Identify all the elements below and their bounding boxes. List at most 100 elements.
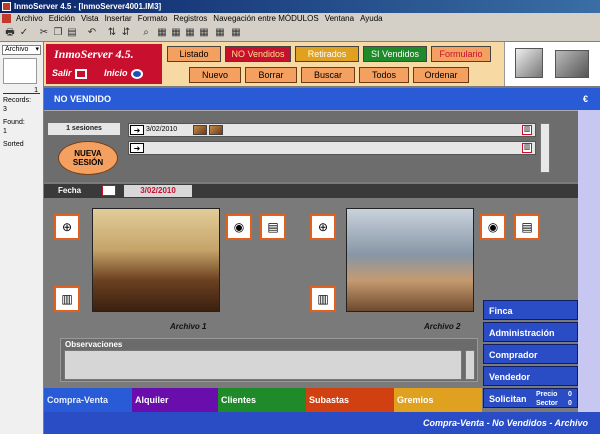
inicio-button[interactable]: Inicio [104, 66, 143, 80]
menu-ayuda[interactable]: Ayuda [357, 13, 386, 25]
layout-icon-2[interactable]: ▦ [170, 27, 182, 39]
session-row-empty[interactable]: ➜ ▥ [128, 141, 536, 155]
exit-icon [74, 68, 87, 79]
todos-button[interactable]: Todos [359, 67, 409, 83]
menu-navegacion[interactable]: Navegación entre MÓDULOS [210, 13, 321, 25]
new-session-button[interactable]: NUEVA SESIÓN [58, 141, 118, 175]
zoom-add-icon[interactable]: ⊕ [310, 214, 336, 240]
menu-ventana[interactable]: Ventana [322, 13, 357, 25]
tab-subastas[interactable]: Subastas [306, 388, 394, 412]
record-number: 1 [34, 87, 38, 94]
layout-icon-1[interactable]: ▦ [156, 27, 168, 39]
tab-formulario[interactable]: Formulario [431, 46, 491, 62]
right-column [578, 110, 600, 414]
fecha-value[interactable]: 3/02/2010 [124, 185, 192, 197]
copy-icon[interactable]: ❐ [52, 27, 64, 39]
session-thumb-1[interactable] [193, 125, 207, 135]
found-label: Found: [3, 119, 25, 126]
tab-gremios[interactable]: Gremios [394, 388, 482, 412]
archivo-2-photo[interactable] [346, 208, 474, 312]
layout-icon-4[interactable]: ▦ [198, 27, 210, 39]
window-title: InmoServer 4.5 - [InmoServer4001.IM3] [14, 2, 162, 11]
document-icon[interactable]: ▤ [260, 214, 286, 240]
title-bar: InmoServer 4.5 - [InmoServer4001.IM3] [0, 0, 600, 13]
tab-clientes[interactable]: Clientes [218, 388, 306, 412]
observaciones-panel: Observaciones [60, 338, 478, 382]
arrow-right-icon[interactable]: ➜ [130, 143, 144, 153]
trash-icon[interactable]: ▥ [522, 143, 532, 153]
sort-desc-icon[interactable]: ⇵ [120, 27, 132, 39]
menu-app-icon[interactable] [2, 14, 11, 23]
observaciones-field[interactable] [64, 350, 462, 380]
spell-check-icon[interactable]: ✓ [18, 27, 30, 39]
session-date: 3/02/2010 [146, 126, 178, 133]
arrow-right-icon[interactable]: ➜ [130, 125, 144, 135]
logo: InmoServer 4.5. Salir Inicio [46, 44, 162, 84]
camera-icon[interactable]: ◉ [480, 214, 506, 240]
menu-edicion[interactable]: Edición [46, 13, 78, 25]
section-title: NO VENDIDO [54, 94, 112, 104]
book-icon[interactable] [3, 58, 37, 84]
sessions-panel: 1 sesiones NUEVA SESIÓN ➜ 3/02/2010 ▥ ➜ … [44, 110, 578, 182]
trash-icon[interactable]: ▥ [310, 286, 336, 312]
comprador-button[interactable]: Comprador [483, 344, 578, 364]
top-bar: InmoServer 4.5. Salir Inicio Listado NO … [44, 42, 600, 86]
calendar-icon[interactable] [102, 185, 116, 196]
vendedor-button[interactable]: Vendedor [483, 366, 578, 386]
tab-si-vendidos[interactable]: SI Vendidos [363, 46, 427, 62]
menu-insertar[interactable]: Insertar [102, 13, 135, 25]
fecha-label: Fecha [58, 186, 82, 195]
nuevo-button[interactable]: Nuevo [189, 67, 241, 83]
sessions-scrollbar[interactable] [540, 123, 550, 173]
footer-status: Compra-Venta - No Vendidos - Archivo [44, 412, 600, 434]
cut-icon[interactable]: ✂ [38, 27, 50, 39]
finca-button[interactable]: Finca [483, 300, 578, 320]
toolbar: 🖶 ✓ ✂ ❐ ▤ ↶ ⇅ ⇵ ⌕ ▦ ▦ ▦ ▦ ▦ ▦ [0, 25, 600, 42]
sorted-label: Sorted [3, 141, 24, 148]
trash-icon[interactable]: ▥ [522, 125, 532, 135]
find-icon[interactable]: ⌕ [140, 27, 152, 39]
borrar-button[interactable]: Borrar [245, 67, 297, 83]
menu-bar: Archivo Edición Vista Insertar Formato Regist… [0, 13, 600, 25]
inicio-label: Inicio [104, 68, 128, 78]
layout-icon-3[interactable]: ▦ [184, 27, 196, 39]
record-slider[interactable]: 1 [3, 86, 40, 94]
menu-archivo[interactable]: Archivo [13, 13, 46, 25]
session-thumb-2[interactable] [209, 125, 223, 135]
layout-icon-5[interactable]: ▦ [214, 27, 226, 39]
chevron-down-icon: ▾ [35, 46, 39, 53]
ordenar-button[interactable]: Ordenar [413, 67, 469, 83]
layout-icon-6[interactable]: ▦ [230, 27, 242, 39]
trash-icon[interactable]: ▥ [54, 286, 80, 312]
module-tabs: Compra-Venta Alquiler Clientes Subastas … [44, 388, 600, 412]
tab-compra-venta[interactable]: Compra-Venta [44, 388, 132, 412]
salir-button[interactable]: Salir [52, 66, 87, 80]
new-session-label-1: NUEVA [74, 149, 102, 158]
session-row[interactable]: ➜ 3/02/2010 ▥ [128, 123, 536, 137]
camera-icon[interactable]: ◉ [226, 214, 252, 240]
layout-select[interactable]: Archivo ▾ [2, 45, 41, 55]
undo-icon[interactable]: ↶ [86, 27, 98, 39]
buscar-button[interactable]: Buscar [301, 67, 355, 83]
tab-no-vendidos[interactable]: NO Vendidos [225, 46, 291, 62]
tab-retirados[interactable]: Retirados [295, 46, 359, 62]
administracion-button[interactable]: Administración [483, 322, 578, 342]
camera-image[interactable] [555, 50, 589, 78]
signing-image [515, 48, 543, 78]
sort-asc-icon[interactable]: ⇅ [106, 27, 118, 39]
sessions-count: 1 sesiones [48, 123, 120, 135]
document-icon[interactable]: ▤ [514, 214, 540, 240]
menu-vista[interactable]: Vista [78, 13, 102, 25]
print-icon[interactable]: 🖶 [4, 27, 16, 39]
records-label: Records: [3, 97, 32, 104]
paste-icon[interactable]: ▤ [66, 27, 78, 39]
salir-label: Salir [52, 68, 72, 78]
observaciones-scrollbar[interactable] [465, 350, 475, 380]
menu-formato[interactable]: Formato [135, 13, 171, 25]
zoom-add-icon[interactable]: ⊕ [54, 214, 80, 240]
archivo-1-photo[interactable] [92, 208, 220, 312]
tab-alquiler[interactable]: Alquiler [132, 388, 218, 412]
menu-registros[interactable]: Registros [171, 13, 211, 25]
tab-listado[interactable]: Listado [167, 46, 221, 62]
status-area: Archivo ▾ 1 Records: 3 Found: 1 Sorted [0, 42, 44, 434]
